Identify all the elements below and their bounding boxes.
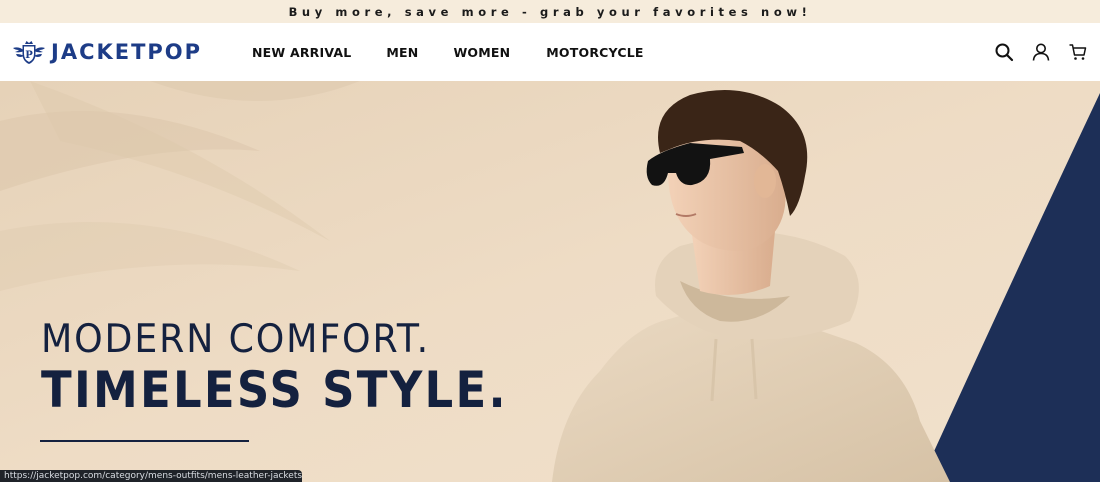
hero-headline-line1: MODERN COMFORT. (41, 317, 430, 362)
nav-item-motorcycle[interactable]: MOTORCYCLE (546, 45, 643, 60)
search-icon[interactable] (994, 42, 1014, 62)
cart-icon[interactable] (1068, 42, 1088, 62)
main-nav: NEW ARRIVAL MEN WOMEN MOTORCYCLE (252, 23, 644, 81)
svg-text:P: P (25, 50, 33, 61)
announcement-bar: Buy more, save more - grab your favorite… (0, 0, 1100, 23)
nav-item-women[interactable]: WOMEN (453, 45, 510, 60)
hero-banner[interactable]: MODERN COMFORT. TIMELESS STYLE. (0, 81, 1100, 482)
brand-name: JACKETPOP (51, 40, 203, 64)
headline-underline (40, 440, 249, 442)
nav-item-new-arrival[interactable]: NEW ARRIVAL (252, 45, 351, 60)
brand-logo[interactable]: P JACKETPOP (11, 39, 202, 66)
hero-image (0, 81, 1100, 482)
announcement-text: Buy more, save more - grab your favorite… (288, 4, 812, 19)
hero-headline-line2: TIMELESS STYLE. (41, 361, 508, 419)
nav-item-men[interactable]: MEN (386, 45, 418, 60)
link-preview-status: https://jacketpop.com/category/mens-outf… (0, 470, 302, 482)
site-header: P JACKETPOP NEW ARRIVAL MEN WOMEN MOTORC… (0, 23, 1100, 81)
logo-emblem-icon: P (13, 41, 45, 64)
account-icon[interactable] (1031, 42, 1051, 62)
